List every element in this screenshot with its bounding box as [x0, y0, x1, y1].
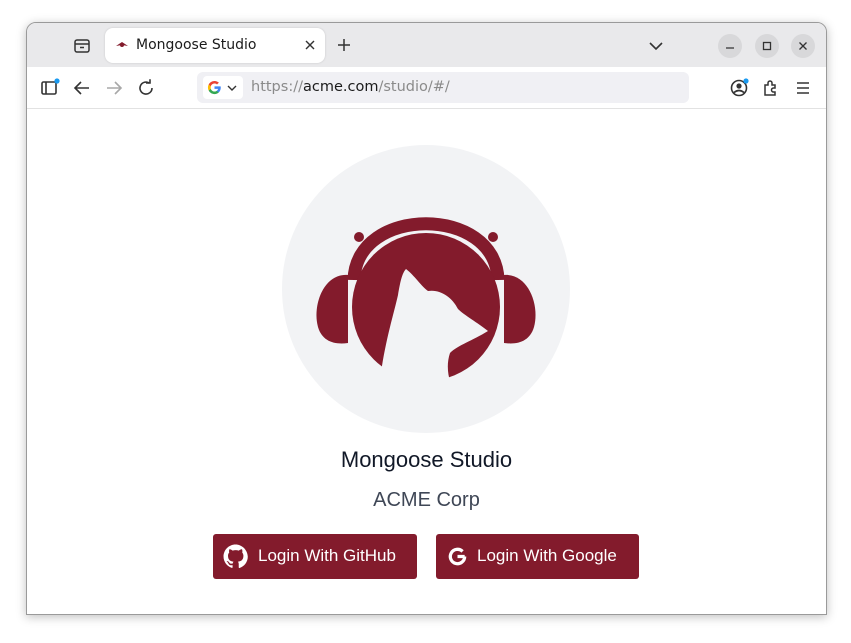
google-g-icon	[207, 80, 221, 95]
close-window-button[interactable]	[791, 34, 815, 58]
browser-window: Mongoose Studio https://acme.com/studio/…	[26, 22, 827, 615]
url-path: /studio/#/	[378, 79, 450, 95]
github-icon	[223, 544, 248, 568]
maximize-icon	[762, 41, 772, 51]
sidebar-icon[interactable]	[40, 78, 60, 98]
reload-icon[interactable]	[136, 78, 156, 98]
page-content: Mongoose Studio ACME Corp Login With Git…	[27, 109, 826, 614]
google-icon	[448, 547, 467, 566]
logo-container	[282, 145, 570, 433]
back-arrow-icon[interactable]	[72, 78, 92, 98]
login-google-button[interactable]: Login With Google	[436, 534, 639, 579]
close-icon	[799, 42, 807, 50]
minimize-button[interactable]	[718, 34, 742, 58]
login-google-label: Login With Google	[477, 546, 617, 565]
url-text[interactable]: https://acme.com/studio/#/	[251, 79, 450, 95]
chevron-down-icon	[227, 85, 237, 91]
address-bar[interactable]: https://acme.com/studio/#/	[197, 72, 689, 103]
tab-overview-icon[interactable]	[73, 37, 91, 55]
chevron-down-icon[interactable]	[647, 37, 665, 55]
tab-mongoose-studio[interactable]: Mongoose Studio	[105, 28, 325, 63]
tab-bar: Mongoose Studio	[27, 23, 826, 67]
app-title: Mongoose Studio	[340, 447, 513, 472]
login-github-button[interactable]: Login With GitHub	[213, 534, 417, 579]
close-tab-icon[interactable]	[303, 38, 317, 52]
search-engine-selector[interactable]	[203, 76, 243, 99]
url-scheme: https://	[251, 79, 303, 95]
maximize-button[interactable]	[755, 34, 779, 58]
forward-arrow-icon[interactable]	[104, 78, 124, 98]
mongoose-favicon-icon	[116, 42, 128, 47]
mongoose-headphones-logo-icon	[316, 217, 536, 390]
tab-title: Mongoose Studio	[136, 37, 257, 53]
extensions-icon[interactable]	[761, 78, 781, 98]
menu-icon[interactable]	[793, 78, 813, 98]
minimize-icon	[726, 47, 734, 49]
url-host: acme.com	[302, 79, 379, 95]
organization-name: ACME Corp	[373, 489, 480, 511]
navigation-toolbar: https://acme.com/studio/#/	[27, 67, 826, 109]
login-github-label: Login With GitHub	[258, 546, 396, 565]
new-tab-icon[interactable]	[335, 36, 353, 54]
account-icon[interactable]	[729, 78, 749, 98]
